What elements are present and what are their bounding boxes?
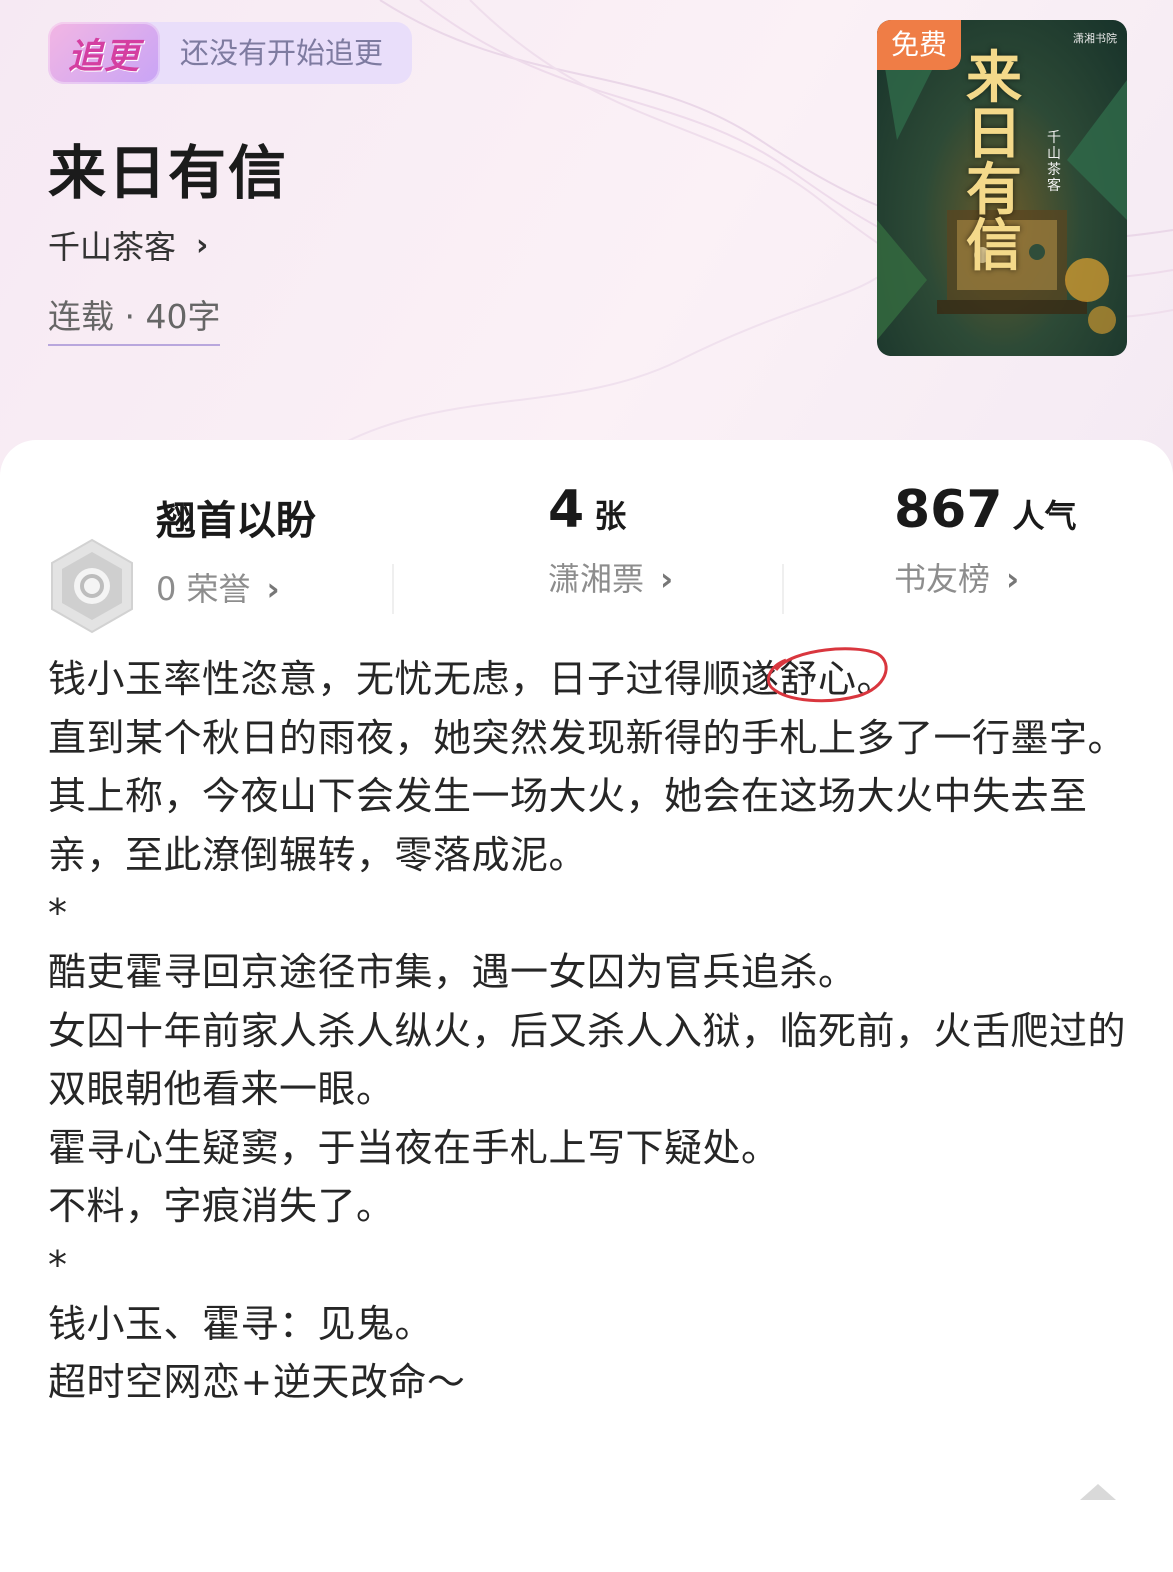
follow-button[interactable]: 追更: [48, 22, 160, 84]
reader-rank-label: 书友榜: [894, 560, 991, 598]
honor-count: 0 荣誉: [156, 570, 251, 608]
description-paragraph: 钱小玉率性恣意，无忧无虑，日子过得顺遂舒心。: [48, 647, 1128, 709]
ticket-unit: 张: [594, 497, 627, 535]
ticket-label: 潇湘票: [548, 560, 645, 598]
publisher-logo: 潇湘书院: [1073, 32, 1117, 45]
description-paragraph: 钱小玉、霍寻：见鬼。: [48, 1301, 434, 1346]
ticket-stat[interactable]: 4张 潇湘票 ›: [548, 480, 673, 600]
description-paragraph: 女囚十年前家人杀人纵火，后又杀人入狱，临死前，火舌爬过的双眼朝他看来一眼。: [48, 1008, 1127, 1112]
scroll-to-top-icon[interactable]: [1080, 1484, 1116, 1500]
description-text: 钱小玉率性恣意，无忧无虑，日子过得顺遂: [48, 657, 780, 701]
book-header: 追更 还没有开始追更 来日有信 千山茶客 › 连载 · 40字 免费 潇湘书院 …: [0, 0, 1173, 470]
description-paragraph: 其上称，今夜山下会发生一场大火，她会在这场大火中失去至亲，至此潦倒辗转，零落成泥…: [48, 774, 1088, 877]
free-badge: 免费: [877, 20, 961, 70]
popularity-count: 867: [894, 480, 1003, 540]
medal-icon: [51, 538, 133, 634]
chevron-right-icon: ›: [266, 570, 280, 608]
divider: [782, 564, 784, 614]
description-paragraph: 直到某个秋日的雨夜，她突然发现新得的手札上多了一行墨字。: [48, 715, 1127, 760]
follow-bar: 追更 还没有开始追更: [48, 22, 412, 84]
cover-author: 千山茶客: [1047, 130, 1061, 194]
description-paragraph: 不料，字痕消失了。: [48, 1184, 395, 1229]
highlighted-words: 舒心: [779, 657, 857, 701]
follow-status: 还没有开始追更: [180, 36, 384, 70]
author-name: 千山茶客: [48, 228, 177, 266]
cover-title: 来日有信: [966, 45, 1022, 279]
chevron-right-icon: ›: [660, 560, 674, 598]
ticket-link: 潇湘票 ›: [548, 554, 673, 600]
section-separator: *: [48, 891, 68, 936]
honor-link: 0 荣誉 ›: [156, 564, 316, 610]
reader-rank-link: 书友榜 ›: [894, 554, 1077, 600]
honor-title: 翘首以盼: [156, 498, 316, 544]
description-paragraph: 酷吏霍寻回京途径市集，遇一女囚为官兵追杀。: [48, 949, 857, 994]
description-paragraph: 超时空网恋+逆天改命～: [48, 1360, 466, 1405]
honor-stat[interactable]: 翘首以盼 0 荣誉 ›: [156, 488, 316, 610]
popularity-stat[interactable]: 867 人气 书友榜 ›: [894, 480, 1077, 600]
divider: [392, 564, 394, 614]
section-separator: *: [48, 1242, 68, 1287]
book-title: 来日有信: [48, 139, 289, 207]
popularity-unit: 人气: [1012, 497, 1077, 535]
serial-status[interactable]: 连载 · 40字: [48, 290, 221, 346]
follow-button-label: 追更: [67, 35, 140, 77]
detail-card: 翘首以盼 0 荣誉 › 4张 潇湘票 › 867 人气 书友榜 › 钱小玉率性恣意，无忧…: [0, 440, 1173, 1572]
description-text: 。: [856, 657, 896, 701]
circled-text: 舒心: [766, 647, 888, 709]
book-cover[interactable]: 免费 潇湘书院 来日有信 千山茶客: [877, 20, 1127, 356]
ticket-count: 4: [548, 480, 585, 540]
book-description: 钱小玉率性恣意，无忧无虑，日子过得顺遂舒心。 直到某个秋日的雨夜，她突然发现新得…: [48, 647, 1128, 1412]
author-link[interactable]: 千山茶客 ›: [48, 222, 208, 268]
description-paragraph: 霍寻心生疑窦，于当夜在手札上写下疑处。: [48, 1125, 780, 1170]
chevron-right-icon: ›: [1006, 560, 1020, 598]
chevron-right-icon: ›: [196, 227, 209, 263]
stats-row: 翘首以盼 0 荣誉 › 4张 潇湘票 › 867 人气 书友榜 ›: [0, 480, 1173, 634]
